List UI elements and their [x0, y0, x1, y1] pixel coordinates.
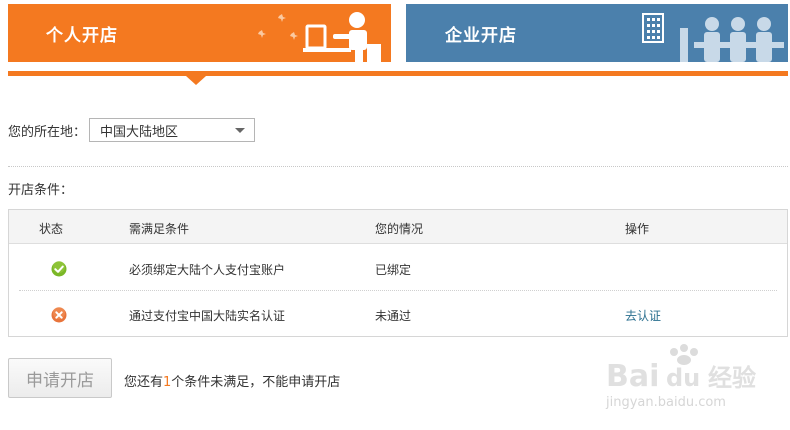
x-circle-icon [51, 307, 67, 323]
table-row: 通过支付宝中国大陆实名认证 未通过 去认证 [19, 291, 777, 337]
meeting-people-illustration [642, 13, 784, 62]
table-row: 必须绑定大陆个人支付宝账户 已绑定 [19, 245, 777, 291]
header-action: 操作 [625, 222, 650, 236]
check-circle-icon [51, 261, 67, 277]
header-situation: 您的情况 [375, 222, 424, 236]
header-status: 状态 [39, 222, 64, 236]
tab-business-store-label: 企业开店 [445, 25, 517, 46]
location-row: 您的所在地： 中国大陆地区 [8, 118, 256, 142]
tab-business-store[interactable]: 企业开店 [406, 4, 788, 62]
tab-underline [8, 71, 788, 76]
table-header: 状态 需满足条件 您的情况 操作 [9, 210, 787, 244]
apply-notice: 您还有1个条件未满足，不能申请开店 [124, 371, 340, 390]
situation-text: 未通过 [375, 309, 412, 323]
location-select[interactable]: 中国大陆地区 [89, 118, 256, 142]
sparkle-icon [290, 32, 298, 40]
apply-store-button[interactable]: 申请开店 [8, 358, 112, 398]
conditions-title: 开店条件： [8, 183, 74, 198]
paw-icon [670, 344, 698, 365]
watermark-brand-left: Bai [606, 359, 659, 394]
sparkle-icon [278, 14, 286, 22]
building-icon [642, 13, 664, 43]
conditions-table: 状态 需满足条件 您的情况 操作 必须绑定大陆个人支付宝账户 已绑定 通过支付宝… [8, 209, 788, 337]
sparkle-icon [258, 30, 266, 38]
watermark-brand-right: du [666, 364, 700, 392]
location-label: 您的所在地： [8, 124, 87, 140]
person-at-desk-illustration [258, 12, 381, 62]
notice-suffix: 个条件未满足，不能申请开店 [171, 375, 341, 390]
watermark-brand-cn: 经验 [708, 364, 756, 392]
header-requirement: 需满足条件 [129, 222, 190, 236]
baidu-jingyan-watermark: Bai du 经验 jingyan.baidu.com [605, 344, 756, 410]
verify-link[interactable]: 去认证 [625, 307, 661, 324]
active-tab-pointer [186, 76, 206, 85]
location-selected-value: 中国大陆地区 [100, 124, 179, 140]
divider [8, 166, 788, 167]
tab-personal-store[interactable]: 个人开店 [8, 4, 391, 62]
requirement-text: 必须绑定大陆个人支付宝账户 [129, 263, 286, 277]
notice-prefix: 您还有 [124, 375, 164, 390]
requirement-text: 通过支付宝中国大陆实名认证 [129, 309, 286, 323]
situation-text: 已绑定 [375, 263, 412, 277]
chevron-down-icon [235, 128, 246, 133]
watermark-url: jingyan.baidu.com [605, 395, 726, 410]
tab-personal-store-label: 个人开店 [46, 25, 118, 46]
